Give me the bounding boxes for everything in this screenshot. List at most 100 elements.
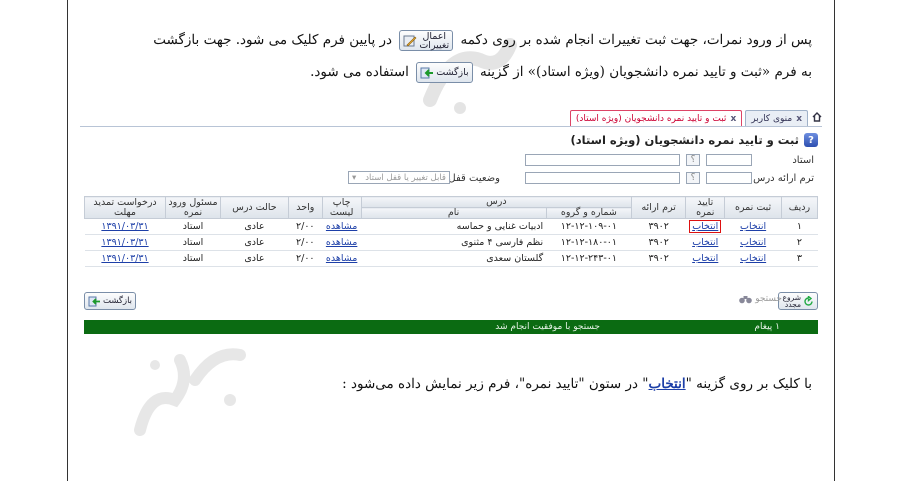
form-back-button[interactable]: بازگشت	[84, 292, 137, 310]
col-term: ترم ارائه	[631, 196, 687, 219]
col-row: ردیف	[780, 196, 819, 219]
col-deadline: درخواست تمدید مهلت	[84, 196, 166, 219]
col-course-name: نام	[360, 207, 547, 219]
register-grade-link[interactable]: انتخاب	[740, 221, 766, 232]
form-back-label: بازگشت	[103, 296, 133, 306]
tab-grade-form-label: ثبت و تایید نمره دانشجویان (ویژه استاد)	[575, 113, 727, 124]
form-screenshot: x منوی کاربر x ثبت و تایید نمره دانشجویا…	[80, 109, 822, 341]
table-row: ۲ انتخاب انتخاب ۳۹۰۲ ۱۲-۱۲-۱۸۰-۰۱ نظم فا…	[84, 234, 818, 251]
units-cell: ۲/۰۰	[288, 234, 323, 251]
paragraph-1-text-d: استفاده می شود.	[310, 64, 409, 80]
col-units: واحد	[287, 196, 323, 219]
col-confirm: تایید نمره	[685, 196, 726, 219]
deadline-link[interactable]: ۱۳۹۱/۰۳/۳۱	[101, 221, 148, 232]
home-icon[interactable]	[812, 112, 822, 122]
term-cell: ۳۹۰۲	[631, 234, 686, 251]
teacher-code-input[interactable]	[706, 154, 752, 166]
table-row: ۱ انتخاب انتخاب ۳۹۰۲ ۱۲-۱۲-۱۰۹-۰۱ ادبیات…	[84, 218, 818, 235]
close-icon[interactable]: x	[796, 114, 802, 124]
form-title-text: ثبت و تایید نمره دانشجویان (ویژه استاد)	[570, 133, 799, 147]
course-number-cell: ۱۲-۱۲-۱۰۹-۰۱	[546, 218, 632, 235]
paragraph-1-text-b: در پایین فرم کلیک می شود. جهت بازگشت	[153, 32, 393, 48]
close-icon[interactable]: x	[730, 114, 736, 124]
course-state-cell: عادی	[220, 234, 289, 251]
apply-label-b: تغییرات	[419, 39, 450, 51]
col-grade-entry: مسئول ورود نمره	[165, 196, 221, 219]
paragraph-2: با کلیک بر روی گزینه "انتخاب" در ستون "ت…	[342, 376, 812, 392]
teacher-name-field	[525, 154, 680, 166]
course-name-cell: گلستان سعدی	[361, 250, 547, 267]
message-count[interactable]: ۱ پیغام	[754, 322, 780, 332]
apply-changes-button-image: اعمال تغییرات	[399, 30, 454, 51]
search-label: جستجو	[755, 294, 782, 304]
status-bar: ۱ پیغام جستجو با موفقیت انجام شد	[84, 320, 818, 334]
grade-entry-cell: استاد	[165, 250, 221, 267]
course-name-cell: ادبیات غنایی و حماسه	[361, 218, 547, 235]
teacher-label: استاد	[792, 155, 814, 166]
tab-user-menu[interactable]: x منوی کاربر	[745, 110, 808, 126]
tab-grade-form[interactable]: x ثبت و تایید نمره دانشجویان (ویژه استاد…	[569, 110, 743, 126]
paragraph-1-text-c: به فرم «ثبت و تایید نمره دانشجویان (ویژه…	[479, 64, 812, 80]
register-grade-link[interactable]: انتخاب	[740, 253, 766, 264]
term-label: ترم ارائه درس	[753, 173, 814, 184]
lock-status-label: وضعیت قفل	[448, 173, 500, 184]
units-cell: ۲/۰۰	[288, 250, 323, 267]
paragraph-2-text-b: " در ستون "تایید نمره"، فرم زیر نمایش دا…	[342, 376, 649, 392]
paragraph-1-line-1: پس از ورود نمرات، جهت ثبت تغییرات انجام …	[153, 30, 812, 51]
row-number: ۱	[781, 218, 818, 235]
term-cell: ۳۹۰۲	[631, 218, 686, 235]
course-number-cell: ۱۲-۱۲-۱۸۰-۰۱	[546, 234, 632, 251]
restart-label-b: مجدد	[784, 300, 801, 309]
paragraph-1-text-a: پس از ورود نمرات، جهت ثبت تغییرات انجام …	[460, 32, 812, 48]
select-option-highlight: انتخاب	[648, 376, 686, 392]
confirm-grade-link[interactable]: انتخاب	[689, 220, 722, 233]
confirm-grade-link[interactable]: انتخاب	[692, 237, 718, 248]
term-lookup-button[interactable]: ؟	[686, 172, 700, 184]
col-course-state: حالت درس	[220, 196, 289, 219]
chevron-down-icon: ▾	[352, 172, 357, 183]
col-course: درس	[360, 196, 633, 208]
confirm-grade-link[interactable]: انتخاب	[692, 253, 718, 264]
tab-divider	[80, 126, 822, 127]
tab-user-menu-label: منوی کاربر	[751, 113, 793, 124]
row-number: ۳	[781, 250, 818, 267]
lock-status-select[interactable]: قابل تغییر یا قفل استاد ▾	[348, 171, 450, 184]
course-name-cell: نظم فارسی ۴ مثنوی	[361, 234, 547, 251]
col-course-number: شماره و گروه	[545, 207, 633, 219]
grade-entry-cell: استاد	[165, 218, 221, 235]
form-toolbar: شروع مجدد جستجو بازگشت	[84, 291, 818, 310]
table-row: ۳ انتخاب انتخاب ۳۹۰۲ ۱۲-۱۲-۲۴۳-۰۱ گلستان…	[84, 250, 818, 267]
help-icon[interactable]: ?	[804, 133, 818, 147]
deadline-link[interactable]: ۱۳۹۱/۰۳/۳۱	[101, 237, 148, 248]
lock-status-value: قابل تغییر یا قفل استاد	[365, 172, 446, 183]
deadline-link[interactable]: ۱۳۹۱/۰۳/۳۱	[101, 253, 148, 264]
back-arrow-icon	[420, 67, 434, 79]
paragraph-2-text-a: با کلیک بر روی گزینه "	[685, 376, 812, 392]
paragraph-1-line-2: به فرم «ثبت و تایید نمره دانشجویان (ویژه…	[310, 62, 812, 83]
back-button-image: بازگشت	[416, 62, 473, 83]
grade-entry-cell: استاد	[165, 234, 221, 251]
back-arrow-icon	[88, 296, 101, 307]
tab-bar: x منوی کاربر x ثبت و تایید نمره دانشجویا…	[569, 109, 808, 126]
term-input[interactable]	[706, 172, 752, 184]
term-name-field	[525, 172, 680, 184]
pencil-save-icon	[403, 34, 417, 48]
units-cell: ۲/۰۰	[288, 218, 323, 235]
register-grade-link[interactable]: انتخاب	[740, 237, 766, 248]
view-list-link[interactable]: مشاهده	[326, 221, 357, 232]
form-title: ? ثبت و تایید نمره دانشجویان (ویژه استاد…	[570, 133, 818, 147]
view-list-link[interactable]: مشاهده	[326, 253, 357, 264]
col-register: ثبت نمره	[724, 196, 782, 219]
row-number: ۲	[781, 234, 818, 251]
back-label: بازگشت	[436, 67, 469, 78]
binoculars-icon	[739, 294, 753, 304]
view-list-link[interactable]: مشاهده	[326, 237, 357, 248]
restart-button[interactable]: شروع مجدد	[778, 292, 818, 310]
teacher-lookup-button[interactable]: ؟	[686, 154, 700, 166]
search-button[interactable]: جستجو	[739, 294, 782, 304]
grades-table: ردیف ثبت نمره تایید نمره ترم ارائه درس چ…	[84, 196, 819, 267]
col-print: چاپ لیست	[321, 196, 362, 219]
term-cell: ۳۹۰۲	[631, 250, 686, 267]
course-state-cell: عادی	[220, 250, 289, 267]
status-message: جستجو با موفقیت انجام شد	[495, 322, 600, 332]
